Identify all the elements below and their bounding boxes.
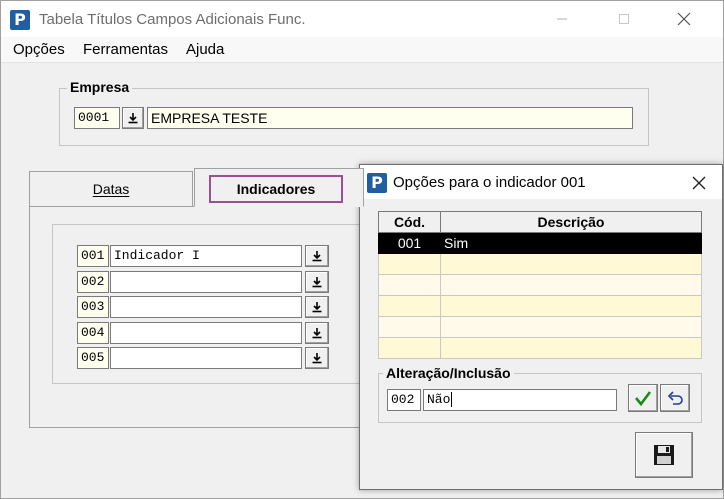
table-row[interactable] [378,316,702,338]
download-arrow-icon [312,276,322,287]
table-row[interactable] [378,295,702,317]
indicator-value-field[interactable]: Indicador I [110,245,302,267]
confirm-button[interactable] [628,384,658,412]
indicator-options-button[interactable] [305,347,329,369]
close-icon [677,12,691,26]
col-header-cod[interactable]: Cód. [378,211,441,233]
menu-ferramentas[interactable]: Ferramentas [83,41,168,58]
undo-icon [667,391,683,405]
col-header-descricao[interactable]: Descrição [440,211,702,233]
tab-datas[interactable]: Datas [29,171,193,207]
app-logo-icon: P [10,10,30,30]
menu-opcoes[interactable]: Opções [13,41,65,58]
save-button[interactable] [635,432,693,478]
indicator-code: 004 [77,321,109,344]
edit-desc-value: Não [427,392,451,407]
cell-cod [378,295,441,317]
cell-descricao [440,337,702,359]
cell-descricao: Sim [440,232,702,254]
table-row[interactable]: 001 Sim [378,232,702,254]
indicator-value-field[interactable] [110,347,302,369]
maximize-button[interactable] [601,1,647,37]
minimize-icon [557,18,567,20]
empresa-code-field[interactable]: 0001 [74,107,120,129]
close-button[interactable] [661,1,707,37]
indicator-code: 005 [77,347,109,369]
undo-button[interactable] [660,384,690,412]
indicator-value-field[interactable] [110,321,302,344]
text-cursor [451,392,461,407]
download-arrow-icon [312,353,322,364]
empresa-name-field[interactable]: EMPRESA TESTE [147,107,633,129]
dialog-logo-icon: P [367,173,387,193]
indicator-options-button[interactable] [305,321,329,344]
table-row[interactable] [378,337,702,359]
options-grid: Cód. Descrição 001 Sim [378,211,702,359]
window-title: Tabela Títulos Campos Adicionais Func. [39,11,306,28]
tab-indicadores-label: Indicadores [236,181,316,197]
empresa-label: Empresa [67,79,133,95]
table-row[interactable] [378,253,702,275]
edit-group-label: Alteração/Inclusão [383,365,514,381]
edit-desc-field[interactable]: Não [423,389,617,411]
menu-bar: Opções Ferramentas Ajuda [1,37,723,63]
download-arrow-icon [312,327,322,338]
download-arrow-icon [312,302,322,313]
cell-descricao [440,295,702,317]
download-arrow-icon [128,113,138,124]
download-arrow-icon [312,251,322,262]
table-row[interactable] [378,274,702,296]
floppy-disk-icon [654,445,674,465]
cell-cod: 001 [378,232,441,254]
indicator-code: 001 [77,245,109,267]
empresa-lookup-button[interactable] [122,107,144,129]
title-bar: P Tabela Títulos Campos Adicionais Func. [1,1,723,37]
cell-descricao [440,274,702,296]
dialog-title-bar: P Opções para o indicador 001 [360,165,722,199]
tab-datas-label: Datas [92,181,130,197]
dialog-title: Opções para o indicador 001 [393,174,586,191]
main-window: P Tabela Títulos Campos Adicionais Func.… [0,0,724,499]
cell-cod [378,274,441,296]
cell-cod [378,316,441,338]
indicator-value-field[interactable] [110,296,302,318]
indicator-options-button[interactable] [305,245,329,267]
tab-indicadores[interactable]: Indicadores [194,168,364,207]
indicator-code: 002 [77,270,109,293]
maximize-icon [619,14,629,24]
dialog-close-button[interactable] [688,173,710,193]
cell-cod [378,253,441,275]
close-icon [692,176,706,190]
indicator-options-button[interactable] [305,270,329,293]
cell-descricao [440,316,702,338]
checkmark-icon [635,391,652,407]
indicator-options-button[interactable] [305,296,329,318]
minimize-button[interactable] [539,1,585,37]
indicator-code: 003 [77,296,109,318]
edit-code-field[interactable]: 002 [387,389,421,411]
tab-indicadores-highlight: Indicadores [209,175,343,203]
cell-cod [378,337,441,359]
menu-ajuda[interactable]: Ajuda [186,41,224,58]
cell-descricao [440,253,702,275]
options-dialog: P Opções para o indicador 001 Cód. Descr… [359,164,723,490]
indicator-value-field[interactable] [110,270,302,293]
